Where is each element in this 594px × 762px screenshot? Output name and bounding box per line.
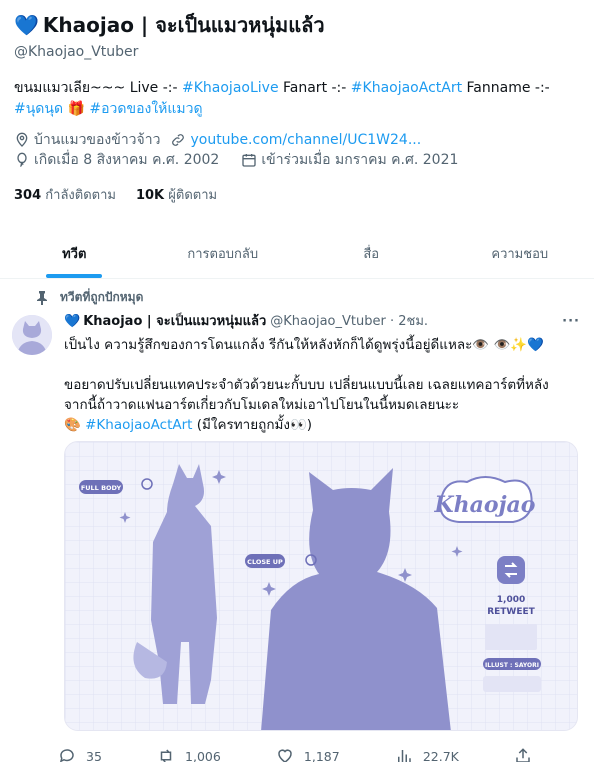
profile-name-row: 💙 Khaojao | จะเป็นแมวหนุ่มแล้ว bbox=[14, 12, 580, 38]
followers-count: 10K bbox=[135, 188, 165, 203]
link-icon bbox=[172, 134, 185, 146]
joined: เข้าร่วมเมื่อ มกราคม ค.ศ. 2021 bbox=[241, 150, 458, 170]
reply-button[interactable]: 35 bbox=[58, 747, 102, 762]
palette-icon: 🎨 bbox=[64, 417, 81, 433]
close-up-label: CLOSE UP bbox=[247, 558, 283, 566]
blue-heart-icon: 💙 bbox=[14, 13, 39, 37]
views-bar-icon bbox=[397, 750, 411, 762]
rt-count: 1,000 bbox=[497, 595, 525, 605]
hashtag-link[interactable]: #KhaojaoActArt bbox=[85, 417, 192, 433]
hashtag-link[interactable]: #อวดของให้แมวดู bbox=[89, 101, 202, 117]
tweet-line: 🎨 #KhaojaoActArt (มีใครทายถูกมั้ง👀) bbox=[64, 415, 580, 435]
pinned-indicator: ทวีตที่ถูกปักหมุด bbox=[0, 279, 594, 307]
reply-icon bbox=[60, 749, 74, 762]
tweet-actions: 35 1,006 1,187 22.7K bbox=[58, 747, 532, 762]
tweet-line: เป็นไง ความรู้สึกของการโดนแกล้ง รีกันให้… bbox=[64, 337, 544, 353]
share-icon bbox=[516, 748, 530, 762]
tab-replies[interactable]: การตอบกลับ bbox=[149, 229, 298, 278]
rt-label: RETWEET bbox=[487, 607, 535, 617]
tweet-handle-time: @Khaojao_Vtuber · 2ชม. bbox=[270, 314, 429, 329]
views-button[interactable]: 22.7K bbox=[395, 747, 459, 762]
pinned-label: ทวีตที่ถูกปักหมุด bbox=[60, 290, 144, 304]
tweet-tail: (มีใครทายถูกมั้ง👀) bbox=[192, 417, 313, 433]
birthday: เกิดเมื่อ 8 สิงหาคม ค.ศ. 2002 bbox=[14, 150, 219, 170]
follow-stats: 304 กำลังติดตาม 10K ผู้ติดตาม bbox=[14, 184, 580, 205]
followers-label: ผู้ติดตาม bbox=[168, 188, 218, 203]
heart-icon bbox=[278, 749, 292, 762]
profile-name: Khaojao | จะเป็นแมวหนุ่มแล้ว bbox=[42, 13, 325, 37]
tab-tweets[interactable]: ทวีต bbox=[0, 229, 149, 278]
views-count: 22.7K bbox=[422, 748, 459, 762]
more-options-icon[interactable]: ··· bbox=[562, 313, 580, 331]
hashtag-link[interactable]: #KhaojaoLive bbox=[182, 80, 279, 96]
tweet-header: 💙 Khaojao | จะเป็นแมวหนุ่มแล้ว @Khaojao_… bbox=[64, 313, 580, 331]
profile-tabs: ทวีต การตอบกลับ สื่อ ความชอบ bbox=[0, 229, 594, 279]
reply-count: 35 bbox=[86, 748, 102, 762]
like-button[interactable]: 1,187 bbox=[276, 747, 340, 762]
tweet[interactable]: 💙 Khaojao | จะเป็นแมวหนุ่มแล้ว @Khaojao_… bbox=[0, 307, 594, 762]
tweet-text: เป็นไง ความรู้สึกของการโดนแกล้ง รีกันให้… bbox=[64, 335, 580, 435]
following-stat[interactable]: 304 กำลังติดตาม bbox=[14, 184, 116, 205]
logo-text: Khaojao bbox=[434, 492, 536, 518]
followers-stat[interactable]: 10K ผู้ติดตาม bbox=[136, 184, 217, 205]
location-text: บ้านแมวของข้าวจ้าว bbox=[34, 132, 161, 148]
full-body-label: FULL BODY bbox=[81, 484, 122, 492]
share-button[interactable] bbox=[514, 747, 532, 762]
profile-meta: บ้านแมวของข้าวจ้าว youtube.com/channel/U… bbox=[14, 130, 580, 170]
bio-text: ขนมแมวเลีย~~~ Live -:- bbox=[14, 80, 182, 96]
profile-handle: @Khaojao_Vtuber bbox=[14, 44, 139, 60]
blue-heart-icon: 💙 bbox=[64, 314, 81, 329]
tweet-image[interactable]: FULL BODY CLOSE UP Khaojao 1,000 RETWEET… bbox=[64, 441, 578, 731]
tweet-line: จากนี้ถ้าวาดแฟนอาร์ตเกี่ยวกับโมเดลใหม่เอ… bbox=[64, 397, 460, 413]
profile-bio: ขนมแมวเลีย~~~ Live -:- #KhaojaoLive Fana… bbox=[14, 78, 580, 120]
profile-header: 💙 Khaojao | จะเป็นแมวหนุ่มแล้ว @Khaojao_… bbox=[0, 0, 594, 205]
joined-text: เข้าร่วมเมื่อ มกราคม ค.ศ. 2021 bbox=[261, 152, 459, 168]
retweet-button[interactable]: 1,006 bbox=[157, 747, 221, 762]
tab-media[interactable]: สื่อ bbox=[297, 229, 446, 278]
retweet-count: 1,006 bbox=[185, 748, 221, 762]
tweet-author-name: Khaojao | จะเป็นแมวหนุ่มแล้ว bbox=[83, 314, 267, 329]
illust-credit: ILLUST : SAYORI bbox=[485, 662, 539, 669]
avatar[interactable] bbox=[12, 315, 52, 355]
tweet-author[interactable]: 💙 Khaojao | จะเป็นแมวหนุ่มแล้ว bbox=[64, 313, 266, 331]
birthday-text: เกิดเมื่อ 8 สิงหาคม ค.ศ. 2002 bbox=[34, 152, 220, 168]
following-label: กำลังติดตาม bbox=[45, 188, 116, 203]
following-count: 304 bbox=[14, 188, 42, 203]
tab-likes[interactable]: ความชอบ bbox=[446, 229, 594, 278]
pin-icon bbox=[37, 290, 47, 305]
location: บ้านแมวของข้าวจ้าว bbox=[14, 130, 160, 150]
location-pin-icon bbox=[16, 132, 28, 147]
balloon-icon bbox=[17, 152, 27, 167]
hashtag-link[interactable]: #KhaojaoActArt bbox=[351, 80, 462, 96]
hashtag-link[interactable]: #นุดนุด bbox=[14, 101, 63, 117]
bio-text: Fanname -:- bbox=[462, 80, 550, 96]
gift-icon: 🎁 bbox=[67, 101, 85, 117]
website-link[interactable]: youtube.com/channel/UC1W24... bbox=[190, 130, 421, 150]
retweet-icon bbox=[160, 749, 172, 762]
like-count: 1,187 bbox=[303, 748, 340, 762]
bio-text: Fanart -:- bbox=[278, 80, 351, 96]
tweet-line: ขอยาดปรับเปลี่ยนแทคประจำตัวด้วยนะกั้บบบ … bbox=[64, 377, 549, 393]
website[interactable]: youtube.com/channel/UC1W24... bbox=[170, 130, 421, 150]
calendar-icon bbox=[242, 154, 257, 167]
